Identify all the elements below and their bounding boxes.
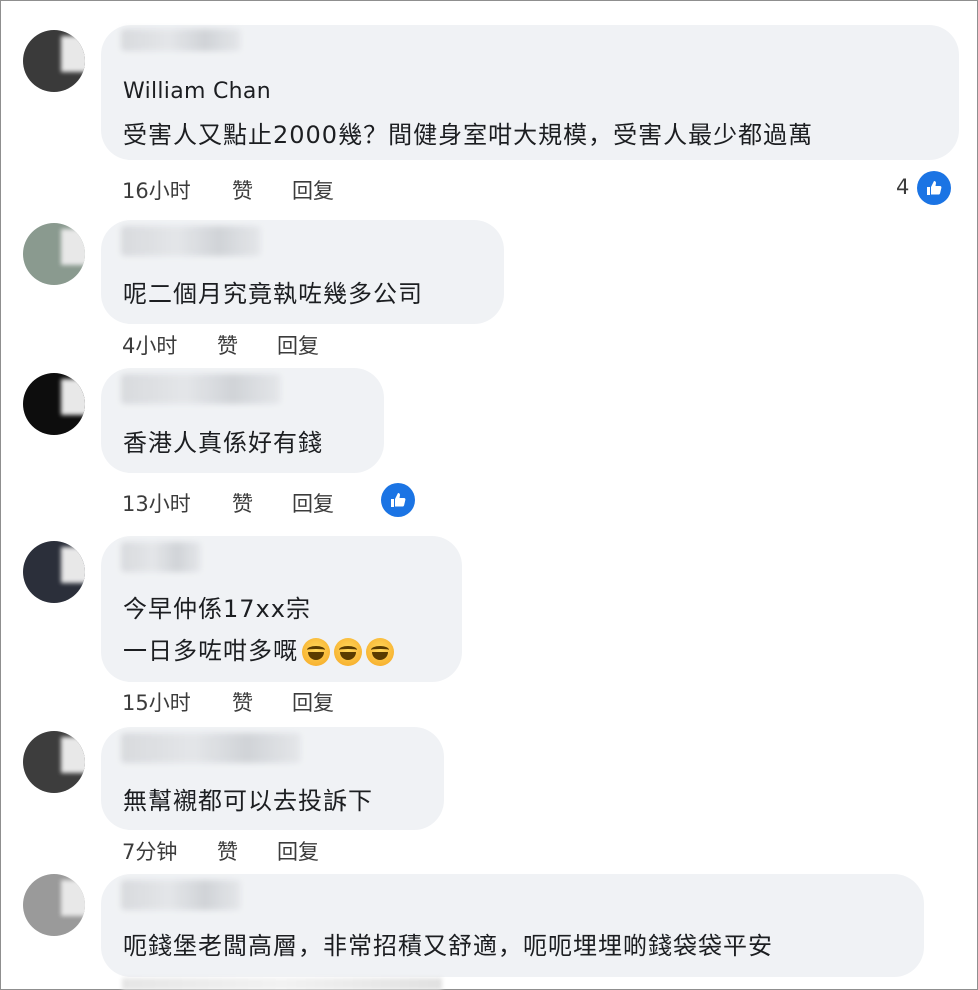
blurred-name-overlay [121,226,261,256]
reaction-count[interactable]: 4 [896,175,909,199]
reply-button[interactable]: 回复 [292,175,334,205]
comment-bubble: 無幫襯都可以去投訴下 [101,727,444,830]
comment-bubble: 呢二個月究竟執咗幾多公司 [101,220,504,324]
grinning-sweat-emoji-icon [302,638,330,666]
thumbs-up-icon[interactable] [381,483,415,517]
like-button[interactable]: 赞 [232,488,253,518]
comment-text: 呃錢堡老闆高層，非常招積又舒適，呃呃埋埋啲錢袋袋平安 [123,932,773,960]
comment-text: 受害人又點止2000幾？間健身室咁大規模，受害人最少都過萬 [123,121,814,149]
like-button[interactable]: 赞 [217,330,238,360]
avatar[interactable] [23,874,85,936]
reply-button[interactable]: 回复 [292,488,334,518]
avatar[interactable] [23,731,85,793]
comment-text: 無幫襯都可以去投訴下 [123,787,373,815]
comment-text: 今早仲係17xx宗 [123,595,311,623]
blurred-name-overlay [121,29,241,51]
timestamp[interactable]: 7分钟 [122,836,177,866]
comment-text-line-2: 一日多咗咁多嘅 [123,631,394,666]
reply-button[interactable]: 回复 [292,687,334,717]
blurred-name-overlay [121,374,281,404]
thumbs-up-icon[interactable] [917,171,951,205]
reply-button[interactable]: 回复 [277,836,319,866]
avatar[interactable] [23,30,85,92]
timestamp[interactable]: 15小时 [122,687,191,717]
comment-bubble: 香港人真係好有錢 [101,368,384,473]
comment-bubble: William Chan 受害人又點止2000幾？間健身室咁大規模，受害人最少都… [101,25,959,160]
timestamp[interactable]: 13小时 [122,488,191,518]
like-button[interactable]: 赞 [217,836,238,866]
timestamp[interactable]: 16小时 [122,175,191,205]
like-button[interactable]: 赞 [232,175,253,205]
like-button[interactable]: 赞 [232,687,253,717]
comment-bubble: 今早仲係17xx宗 一日多咗咁多嘅 [101,536,462,682]
comment-bubble: 呃錢堡老闆高層，非常招積又舒適，呃呃埋埋啲錢袋袋平安 [101,874,924,977]
grinning-sweat-emoji-icon [334,638,362,666]
timestamp[interactable]: 4小时 [122,330,177,360]
blurred-name-overlay [121,733,301,763]
grinning-sweat-emoji-icon [366,638,394,666]
avatar[interactable] [23,541,85,603]
comment-text: 呢二個月究竟執咗幾多公司 [123,280,423,308]
commenter-name[interactable]: William Chan [123,79,271,104]
blurred-name-overlay [121,880,241,910]
comment-text: 香港人真係好有錢 [123,429,323,457]
cropped-meta-row [122,978,442,990]
blurred-name-overlay [121,542,201,572]
comment-text: 一日多咗咁多嘅 [123,637,298,665]
avatar[interactable] [23,223,85,285]
reply-button[interactable]: 回复 [277,330,319,360]
avatar[interactable] [23,373,85,435]
